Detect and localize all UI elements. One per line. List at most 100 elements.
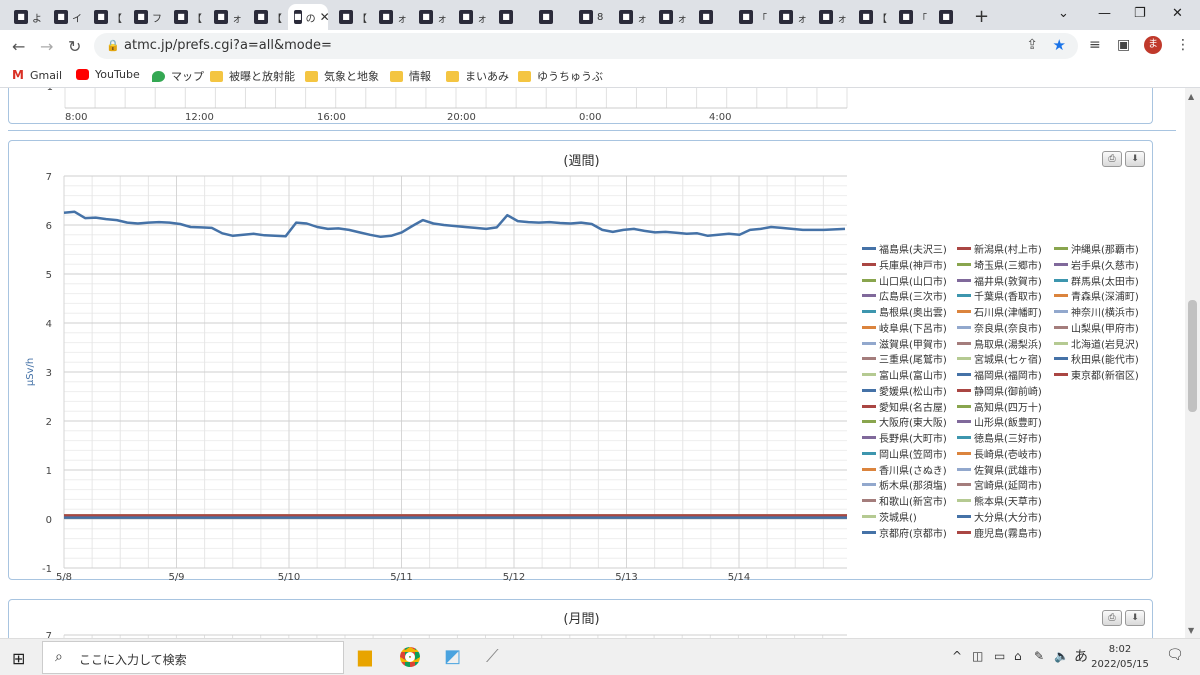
close-tab-icon[interactable]: ✕ bbox=[320, 10, 330, 24]
bookmark-item[interactable]: M Gmail bbox=[12, 68, 62, 82]
bookmark-item[interactable]: まいあみ bbox=[446, 68, 509, 84]
legend-item[interactable]: 京都府(京都市) bbox=[862, 525, 947, 540]
legend-item[interactable]: 青森県(深浦町) bbox=[1054, 288, 1139, 303]
legend-item[interactable]: 群馬県(太田市) bbox=[1054, 273, 1139, 288]
chrome-icon[interactable] bbox=[400, 647, 420, 667]
browser-tab[interactable]: ■ ォ bbox=[613, 4, 650, 30]
legend-item[interactable]: 鳥取県(湯梨浜) bbox=[957, 336, 1042, 351]
legend-item[interactable]: 滋賀県(甲賀市) bbox=[862, 336, 947, 351]
legend-item[interactable]: 北海道(岩見沢) bbox=[1054, 336, 1139, 351]
bookmark-item[interactable]: ゆうちゅうぶ bbox=[518, 68, 603, 84]
bookmark-item[interactable]: YouTube bbox=[76, 68, 140, 81]
browser-tab[interactable]: ■ bbox=[693, 4, 730, 30]
battery-icon[interactable]: ▭ bbox=[994, 649, 1005, 663]
legend-item[interactable]: 埼玉県(三郷市) bbox=[957, 257, 1042, 272]
legend-item[interactable]: 兵庫県(神戸市) bbox=[862, 257, 947, 272]
legend-item[interactable]: 山梨県(甲府市) bbox=[1054, 320, 1139, 335]
reading-list-icon[interactable]: ≡ bbox=[1089, 37, 1101, 53]
legend-item[interactable]: 石川県(津幡町) bbox=[957, 304, 1042, 319]
taskbar-clock[interactable]: 8:02 2022/05/15 bbox=[1090, 642, 1150, 672]
legend-item[interactable]: 沖縄県(那覇市) bbox=[1054, 241, 1139, 256]
browser-tab[interactable]: ■ ォ bbox=[813, 4, 850, 30]
browser-tab[interactable]: ■ 【 bbox=[333, 4, 370, 30]
scroll-up-arrow-icon[interactable]: ▲ bbox=[1188, 92, 1194, 101]
legend-item[interactable]: 三重県(尾鷲市) bbox=[862, 351, 947, 366]
browser-tab[interactable]: ■ bbox=[493, 4, 530, 30]
address-bar[interactable]: 🔒 atmc.jp/prefs.cgi?a=all&mode= ⇪ ★ bbox=[94, 33, 1078, 59]
legend-item[interactable]: 長崎県(壱岐市) bbox=[957, 446, 1042, 461]
legend-item[interactable]: 長野県(大町市) bbox=[862, 430, 947, 445]
monthly-download-icon[interactable]: ⬇ bbox=[1125, 610, 1145, 626]
bookmark-item[interactable]: マップ bbox=[152, 68, 204, 84]
monthly-print-icon[interactable]: ⎙ bbox=[1102, 610, 1122, 626]
volume-icon[interactable]: 🔈 bbox=[1054, 649, 1069, 663]
pen-icon[interactable]: ✎ bbox=[1034, 649, 1044, 663]
scrollbar-thumb[interactable] bbox=[1188, 300, 1197, 412]
share-icon[interactable]: ⇪ bbox=[1026, 37, 1038, 53]
browser-tab[interactable]: ■ 【 bbox=[248, 4, 285, 30]
forward-arrow-icon[interactable]: → bbox=[40, 37, 53, 56]
notepad-icon[interactable]: ◩ bbox=[444, 646, 461, 667]
browser-tab[interactable]: ■ bbox=[533, 4, 570, 30]
windows-start-icon[interactable]: ⊞ bbox=[12, 649, 25, 668]
browser-tab[interactable]: ■ 「 bbox=[893, 4, 930, 30]
legend-item[interactable]: 山口県(山口市) bbox=[862, 273, 947, 288]
legend-item[interactable]: 広島県(三次市) bbox=[862, 288, 947, 303]
legend-item[interactable]: 佐賀県(武雄市) bbox=[957, 462, 1042, 477]
legend-item[interactable]: 岡山県(笠岡市) bbox=[862, 446, 947, 461]
legend-item[interactable]: 東京都(新宿区) bbox=[1054, 367, 1139, 382]
print-icon[interactable]: ⎙ bbox=[1102, 151, 1122, 167]
legend-item[interactable]: 香川県(さぬき) bbox=[862, 462, 947, 477]
browser-tab[interactable]: ■ 8 bbox=[573, 4, 610, 30]
legend-item[interactable]: 新潟県(村上市) bbox=[957, 241, 1042, 256]
notification-icon[interactable]: 🗨 bbox=[1166, 647, 1184, 663]
legend-item[interactable]: 山形県(飯豊町) bbox=[957, 414, 1042, 429]
legend-item[interactable]: 愛媛県(松山市) bbox=[862, 383, 947, 398]
legend-item[interactable]: 島根県(奥出雲) bbox=[862, 304, 947, 319]
back-arrow-icon[interactable]: ← bbox=[12, 37, 25, 56]
legend-item[interactable]: 岐阜県(下呂市) bbox=[862, 320, 947, 335]
reload-icon[interactable]: ↻ bbox=[68, 37, 81, 56]
legend-item[interactable]: 宮崎県(延岡市) bbox=[957, 477, 1042, 492]
browser-tab[interactable]: ■ の ✕ bbox=[288, 4, 330, 30]
page-scrollbar[interactable]: ▲ ▼ bbox=[1185, 88, 1200, 638]
legend-item[interactable]: 高知県(四万十) bbox=[957, 399, 1042, 414]
new-tab-button[interactable]: + bbox=[974, 6, 989, 27]
side-panel-icon[interactable]: ▣ bbox=[1117, 37, 1130, 53]
browser-tab[interactable]: ■ ォ bbox=[373, 4, 410, 30]
browser-tab[interactable]: ■ ォ bbox=[413, 4, 450, 30]
bookmark-item[interactable]: 被曝と放射能 bbox=[210, 68, 295, 84]
profile-avatar[interactable]: ま bbox=[1144, 36, 1162, 54]
legend-item[interactable]: 千葉県(香取市) bbox=[957, 288, 1042, 303]
legend-item[interactable]: 福島県(夫沢三) bbox=[862, 241, 947, 256]
minimize-button[interactable]: — bbox=[1098, 6, 1111, 21]
legend-item[interactable]: 大分県(大分市) bbox=[957, 509, 1042, 524]
legend-item[interactable]: 熊本県(天草市) bbox=[957, 493, 1042, 508]
menu-icon[interactable]: ⋮ bbox=[1176, 37, 1190, 53]
ime-indicator[interactable]: あ bbox=[1074, 646, 1088, 666]
file-explorer-icon[interactable]: ▆ bbox=[358, 646, 372, 667]
browser-tab[interactable]: ■ 「 bbox=[733, 4, 770, 30]
legend-item[interactable]: 栃木県(那須塩) bbox=[862, 477, 947, 492]
close-window-button[interactable]: ✕ bbox=[1172, 6, 1183, 21]
legend-item[interactable]: 岩手県(久慈市) bbox=[1054, 257, 1139, 272]
browser-tab[interactable]: ■ ォ bbox=[453, 4, 490, 30]
browser-tab[interactable]: ■ ォ bbox=[773, 4, 810, 30]
legend-item[interactable]: 静岡県(御前崎) bbox=[957, 383, 1042, 398]
browser-tab[interactable]: ■ bbox=[933, 4, 970, 30]
legend-item[interactable]: 福井県(敦賀市) bbox=[957, 273, 1042, 288]
legend-item[interactable]: 奈良県(奈良市) bbox=[957, 320, 1042, 335]
url-text[interactable]: atmc.jp/prefs.cgi?a=all&mode= bbox=[124, 38, 332, 53]
legend-item[interactable]: 鹿児島(霧島市) bbox=[957, 525, 1042, 540]
meet-now-icon[interactable]: ◫ bbox=[972, 649, 983, 663]
legend-item[interactable]: 徳島県(三好市) bbox=[957, 430, 1042, 445]
browser-tab[interactable]: ■ フ bbox=[128, 4, 165, 30]
tab-search-icon[interactable]: ⌄ bbox=[1058, 6, 1069, 21]
legend-item[interactable]: 和歌山(新宮市) bbox=[862, 493, 947, 508]
legend-item[interactable]: 愛知県(名古屋) bbox=[862, 399, 947, 414]
browser-tab[interactable]: ■ 【 bbox=[168, 4, 205, 30]
download-icon[interactable]: ⬇ bbox=[1125, 151, 1145, 167]
browser-tab[interactable]: ■ 【 bbox=[853, 4, 890, 30]
app-icon[interactable]: ⟋ bbox=[486, 646, 499, 667]
legend-item[interactable]: 神奈川(横浜市) bbox=[1054, 304, 1139, 319]
